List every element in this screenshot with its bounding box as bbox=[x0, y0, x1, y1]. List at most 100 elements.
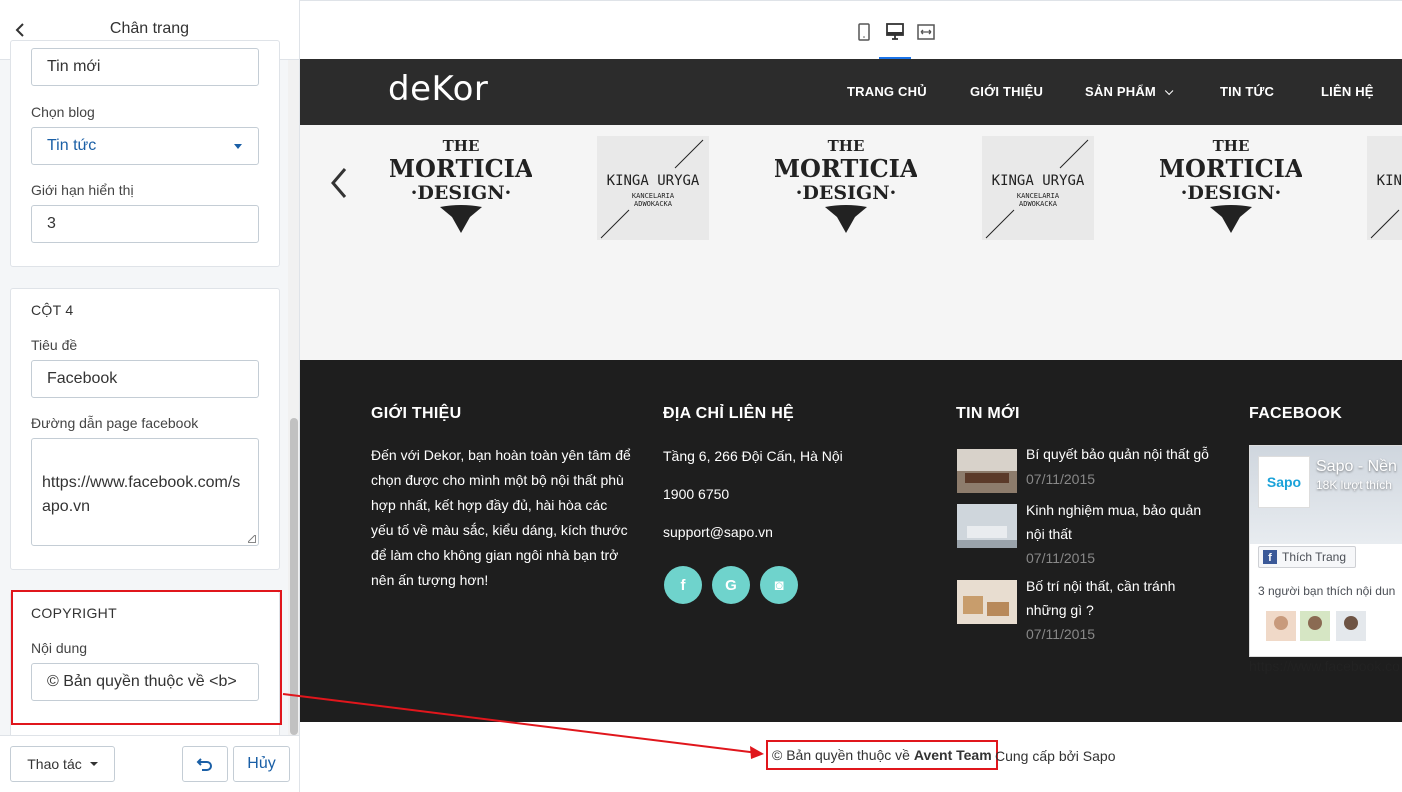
nav-contact[interactable]: LIÊN HỆ bbox=[1321, 84, 1374, 99]
blog-select[interactable]: Tin tức bbox=[31, 127, 259, 165]
brand-line-1: KINGA URYGA bbox=[992, 173, 1085, 189]
panel-scrollbar-thumb[interactable] bbox=[290, 418, 298, 735]
news-item-title[interactable]: Bố trí nội thất, cần tránh những gì ? bbox=[1026, 574, 1216, 622]
device-toolbar bbox=[300, 0, 1402, 60]
blog-column-card: Tin mới Chọn blog Tin tức Giới hạn hiển … bbox=[10, 40, 280, 267]
brand-line-2: MORTICIA bbox=[1160, 154, 1302, 183]
fullwidth-view-icon[interactable] bbox=[915, 21, 937, 43]
brand-line-2: MORTICIA bbox=[390, 154, 532, 183]
brand-logo-morticia[interactable]: THE MORTICIA ·DESIGN· bbox=[775, 133, 917, 241]
brand-line-2: KANCELARIA bbox=[1017, 192, 1060, 200]
caret-down-icon bbox=[89, 762, 98, 766]
footer-facebook-title: FACEBOOK bbox=[1249, 405, 1343, 422]
brand-logo-kinga[interactable]: KINGA URYGA KANCELARIA ADWOKACKA bbox=[1367, 136, 1402, 240]
copyright-provider: Cung cấp bởi Sapo bbox=[995, 748, 1116, 764]
brand-line-1: THE bbox=[443, 137, 480, 155]
brand-line-1: THE bbox=[828, 137, 865, 155]
footer-about-title: GIỚI THIỆU bbox=[371, 405, 462, 422]
news-item-date: 07/11/2015 bbox=[1026, 471, 1096, 487]
brand-line-2: KANCELARIA bbox=[632, 192, 675, 200]
undo-icon bbox=[196, 758, 212, 771]
friend-avatar[interactable] bbox=[1266, 611, 1296, 641]
theme-editor-panel: Chân trang Tin mới Chọn blog Tin tức Giớ… bbox=[0, 0, 300, 792]
news-item-title[interactable]: Kinh nghiệm mua, bảo quản nội thất bbox=[1026, 498, 1216, 546]
footer-news-title: TIN MỚI bbox=[956, 405, 1020, 422]
facebook-social-icon[interactable]: f bbox=[664, 566, 702, 604]
brand-logo-morticia[interactable]: THE MORTICIA ·DESIGN· bbox=[1160, 133, 1302, 241]
facebook-url-value: https://www.facebook.com/sapo.vn bbox=[42, 474, 241, 515]
desktop-view-icon[interactable] bbox=[884, 21, 906, 43]
footer-contact-title: ĐỊA CHỈ LIÊN HỆ bbox=[663, 405, 795, 422]
nav-about[interactable]: GIỚI THIỆU bbox=[970, 84, 1043, 99]
nav-home[interactable]: TRANG CHỦ bbox=[847, 84, 927, 99]
news-item-title[interactable]: Bí quyết bảo quản nội thất gỗ bbox=[1026, 442, 1226, 466]
actions-label: Thao tác bbox=[27, 756, 82, 772]
site-header: deKor TRANG CHỦ GIỚI THIỆU SẢN PHẨM TIN … bbox=[300, 59, 1402, 125]
footer-email[interactable]: support@sapo.vn bbox=[663, 520, 773, 545]
slider-prev-icon[interactable] bbox=[326, 165, 352, 201]
facebook-page-url[interactable]: https://www.facebook.co bbox=[1249, 658, 1400, 674]
mobile-view-icon[interactable] bbox=[853, 21, 875, 43]
blog-select-label: Chọn blog bbox=[31, 104, 95, 120]
facebook-page-name[interactable]: Sapo - Nền bbox=[1316, 458, 1397, 476]
copyright-highlight: © Bản quyền thuộc về Avent Team bbox=[766, 740, 998, 770]
facebook-page-logo: Sapo bbox=[1258, 456, 1310, 508]
brand-line-3: ADWOKACKA bbox=[634, 200, 673, 208]
copyright-highlight-box bbox=[11, 590, 282, 725]
instagram-social-icon[interactable]: ◙ bbox=[760, 566, 798, 604]
brand-line-1: THE bbox=[1213, 137, 1250, 155]
news-item-date: 07/11/2015 bbox=[1026, 626, 1096, 642]
facebook-like-label: Thích Trang bbox=[1282, 550, 1347, 564]
copyright-bar: © Bản quyền thuộc về Avent Team Cung cấp… bbox=[300, 722, 1402, 792]
column-4-title-label: Tiêu đề bbox=[31, 337, 78, 353]
friend-avatar[interactable] bbox=[1300, 611, 1330, 641]
footer-address: Tầng 6, 266 Đội Cấn, Hà Nội bbox=[663, 448, 843, 464]
brand-line-3: ·DESIGN· bbox=[411, 182, 511, 204]
brand-logo-morticia[interactable]: THE MORTICIA ·DESIGN· bbox=[390, 133, 532, 241]
cancel-button[interactable]: Hủy bbox=[233, 746, 290, 782]
undo-button[interactable] bbox=[182, 746, 228, 782]
news-thumbnail[interactable] bbox=[957, 580, 1017, 624]
limit-input[interactable]: 3 bbox=[31, 205, 259, 243]
resize-handle-icon[interactable] bbox=[248, 535, 256, 543]
facebook-friends-text: 3 người bạn thích nội dun bbox=[1258, 584, 1396, 598]
brand-line-3: ·DESIGN· bbox=[1181, 182, 1281, 204]
column-4-card: CỘT 4 Tiêu đề Facebook Đường dẫn page fa… bbox=[10, 288, 280, 570]
column-4-title-input[interactable]: Facebook bbox=[31, 360, 259, 398]
google-social-icon[interactable]: G bbox=[712, 566, 750, 604]
facebook-url-textarea[interactable]: https://www.facebook.com/sapo.vn bbox=[31, 438, 259, 546]
friend-avatar[interactable] bbox=[1336, 611, 1366, 641]
news-thumbnail[interactable] bbox=[957, 504, 1017, 548]
news-item-date: 07/11/2015 bbox=[1026, 550, 1096, 566]
nav-products[interactable]: SẢN PHẨM bbox=[1085, 84, 1174, 99]
facebook-page-widget[interactable]: Sapo Sapo - Nền 18K lượt thích f Thích T… bbox=[1249, 445, 1402, 657]
actions-dropdown-button[interactable]: Thao tác bbox=[10, 746, 115, 782]
brand-line-1: KINGA URYGA bbox=[607, 173, 700, 189]
blog-select-value: Tin tức bbox=[47, 137, 97, 154]
panel-footer: Thao tác Hủy bbox=[0, 735, 299, 792]
brand-slider: THE MORTICIA ·DESIGN· KINGA URYGA KANCEL… bbox=[300, 125, 1402, 360]
footer-about-text: Đến với Dekor, bạn hoàn toàn yên tâm để … bbox=[371, 447, 631, 588]
brand-line-3: ADWOKACKA bbox=[1019, 200, 1058, 208]
facebook-url-label: Đường dẫn page facebook bbox=[31, 415, 199, 431]
column-4-heading: CỘT 4 bbox=[31, 302, 74, 318]
brand-line-1: KINGA URYGA bbox=[1377, 173, 1402, 189]
news-thumbnail[interactable] bbox=[957, 449, 1017, 493]
limit-label: Giới hạn hiển thị bbox=[31, 182, 134, 198]
site-footer: GIỚI THIỆU Đến với Dekor, bạn hoàn toàn … bbox=[300, 360, 1402, 722]
brand-logo-kinga[interactable]: KINGA URYGA KANCELARIA ADWOKACKA bbox=[982, 136, 1094, 240]
caret-down-icon bbox=[234, 144, 242, 149]
footer-phone[interactable]: 1900 6750 bbox=[663, 482, 729, 507]
chevron-down-icon bbox=[1164, 86, 1174, 96]
nav-products-label: SẢN PHẨM bbox=[1085, 84, 1156, 99]
panel-title: Chân trang bbox=[109, 20, 190, 37]
facebook-like-page-button[interactable]: f Thích Trang bbox=[1258, 546, 1356, 568]
nav-news[interactable]: TIN TỨC bbox=[1220, 84, 1274, 99]
news-column-title-input[interactable]: Tin mới bbox=[31, 48, 259, 86]
theme-preview: deKor TRANG CHỦ GIỚI THIỆU SẢN PHẨM TIN … bbox=[300, 0, 1402, 792]
facebook-icon: f bbox=[1263, 550, 1277, 564]
brand-line-3: ·DESIGN· bbox=[796, 182, 896, 204]
site-logo[interactable]: deKor bbox=[388, 69, 488, 109]
brand-logo-kinga[interactable]: KINGA URYGA KANCELARIA ADWOKACKA bbox=[597, 136, 709, 240]
facebook-like-count: 18K lượt thích bbox=[1316, 478, 1392, 492]
